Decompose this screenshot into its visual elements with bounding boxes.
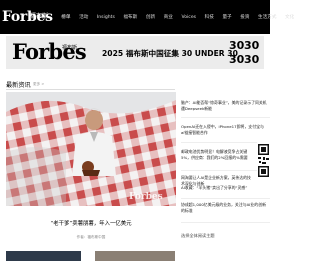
banner-forbes-logo: Forbes xyxy=(12,39,87,64)
hero-article-image[interactable]: Forbes xyxy=(6,92,176,206)
nav-item-culture[interactable]: 文化 xyxy=(281,14,299,20)
qr-code-icon xyxy=(257,142,270,180)
section-more-link[interactable]: 更多 > xyxy=(33,82,44,87)
sidebar-news-item[interactable]: AI收藏：“半头猪”卖出了分享的“灵感” xyxy=(181,185,256,191)
sidebar-news-item[interactable]: 协成超1,000亿美元级的业务，关注与AI业的创新的标准 xyxy=(181,202,270,213)
nav-item-quantum[interactable]: 量子 xyxy=(218,14,236,20)
nav-item-business[interactable]: 商业 xyxy=(159,14,177,20)
nav-item-invest[interactable]: 投资 xyxy=(236,14,254,20)
nav-item-voices[interactable]: Voices xyxy=(177,15,200,20)
sidebar-news-item[interactable]: 邮政电池优势明显！电解液竞争占关键5%，供应商：我们的2%回报的%需要 xyxy=(181,149,256,160)
hero-author: 作者：福布斯中国 xyxy=(76,235,106,239)
top-navigation-bar: Forbes 福布斯 榜单 活动 Insights 福布斯 创新 商业 Voic… xyxy=(0,0,294,34)
sidebar-news-item[interactable]: 脑产：AI能否帮“惊奇事业”，美的记录示了同关机遇Deepseek新能 xyxy=(181,100,270,111)
next-article-thumbnail[interactable] xyxy=(6,251,81,261)
sidebar-divider xyxy=(181,198,270,199)
mark-digit: 30 xyxy=(244,39,260,52)
hero-headline[interactable]: “老干爹”卖薯朋薯，年入一亿美元 xyxy=(6,219,176,227)
sidebar-news-item[interactable]: OpenAI还在入侵中，iPhone17即将，支付宝与ai链接智能合作 xyxy=(181,124,270,135)
promo-banner[interactable]: Forbes 福布斯 2025 福布斯中国征集 30 UNDER 30 30 3… xyxy=(0,34,270,74)
section-divider xyxy=(6,89,175,90)
banner-headline: 2025 福布斯中国征集 30 UNDER 30 xyxy=(102,49,238,58)
sidebar-divider xyxy=(181,117,270,118)
nav-menu: 榜单 活动 Insights 福布斯 创新 商业 Voices 科技 量子 投资… xyxy=(57,0,299,34)
section-title: 最新资讯 xyxy=(6,82,31,89)
next-article-thumbnail[interactable] xyxy=(95,251,175,261)
mark-digit: 30 xyxy=(244,53,260,66)
nav-item-tech[interactable]: 科技 xyxy=(200,14,218,20)
nav-item-lifestyle[interactable]: 生活方式 xyxy=(254,14,281,20)
mark-digit: 30 xyxy=(229,53,245,66)
thirty-under-thirty-mark: 30 30 30 30 xyxy=(229,39,259,67)
nav-item-insights[interactable]: Insights xyxy=(93,15,120,20)
nav-item-forbes[interactable]: 福布斯 xyxy=(119,14,141,20)
sidebar-divider xyxy=(181,222,270,223)
mark-digit: 30 xyxy=(229,39,245,52)
sidebar-subscribe-link[interactable]: 选择全体阅读主题 xyxy=(181,233,215,239)
nav-item-innovation[interactable]: 创新 xyxy=(142,14,160,20)
promo-banner-panel: Forbes 福布斯 2025 福布斯中国征集 30 UNDER 30 30 3… xyxy=(6,36,264,69)
forbes-logo-chinese[interactable]: 福布斯 xyxy=(30,11,48,20)
hero-watermark-logo: Forbes xyxy=(129,192,163,202)
nav-item-events[interactable]: 活动 xyxy=(75,14,93,20)
banner-forbes-logo-chinese: 福布斯 xyxy=(62,45,78,51)
hero-photo xyxy=(6,92,176,206)
nav-item-rankings[interactable]: 榜单 xyxy=(57,14,75,20)
